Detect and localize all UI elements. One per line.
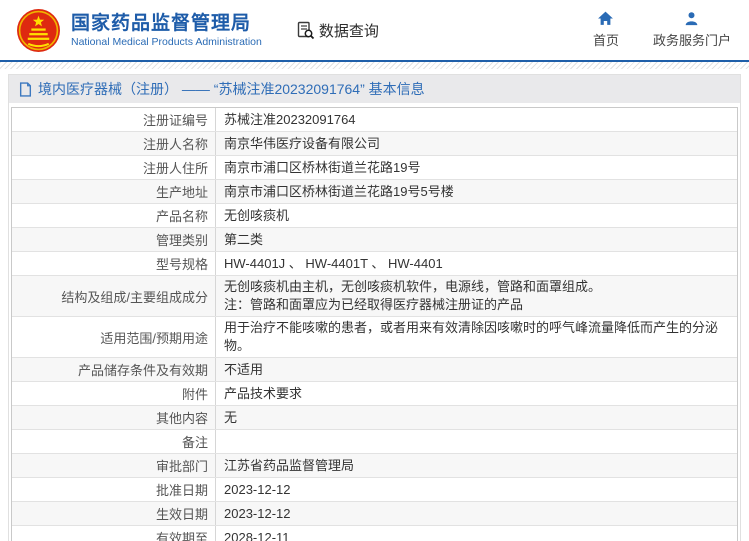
row-label: 适用范围/预期用途 — [12, 317, 216, 357]
row-label: 产品储存条件及有效期 — [12, 358, 216, 381]
row-value: 南京市浦口区桥林街道兰花路19号5号楼 — [224, 183, 454, 199]
row-label: 注册人住所 — [12, 156, 216, 179]
table-row-production-address: 生产地址 南京市浦口区桥林街道兰花路19号5号楼 — [12, 180, 737, 204]
row-value: 无创咳痰机 — [224, 207, 290, 223]
row-label: 型号规格 — [12, 252, 216, 275]
table-row-other-content: 其他内容 无 — [12, 406, 737, 430]
row-label: 注册人名称 — [12, 132, 216, 155]
row-label: 有效期至 — [12, 526, 216, 541]
home-icon — [598, 11, 614, 25]
nav-gov-portal[interactable]: 政务服务门户 — [653, 11, 731, 49]
document-icon — [19, 81, 32, 97]
table-row-model-spec: 型号规格 HW-4401J 、 HW-4401T 、 HW-4401 — [12, 252, 737, 276]
page-title: 境内医疗器械（注册） —— “苏械注准20232091764” 基本信息 — [38, 81, 425, 97]
row-label: 生产地址 — [12, 180, 216, 203]
hatched-band — [0, 62, 749, 69]
org-title-block: 国家药品监督管理局 National Medical Products Admi… — [71, 13, 262, 48]
row-value: 产品技术要求 — [224, 385, 303, 401]
row-value: 不适用 — [224, 361, 264, 377]
table-row-effective-date: 生效日期 2023-12-12 — [12, 502, 737, 526]
row-value: 苏械注准20232091764 — [224, 111, 356, 127]
row-value: 南京市浦口区桥林街道兰花路19号 — [224, 159, 421, 175]
row-label: 附件 — [12, 382, 216, 405]
info-table: 注册证编号 苏械注准20232091764 注册人名称 南京华伟医疗设备有限公司… — [11, 107, 738, 541]
row-value: 2023-12-12 — [224, 505, 291, 521]
row-label: 其他内容 — [12, 406, 216, 429]
row-value: 用于治疗不能咳嗽的患者，或者用来有效清除因咳嗽时的呼气峰流量降低而产生的分泌物。 — [224, 320, 719, 353]
row-value: 2028-12-11 — [224, 529, 290, 541]
data-query-button[interactable]: 数据查询 — [296, 20, 379, 41]
org-name-en: National Medical Products Administration — [71, 35, 262, 48]
row-value: 第二类 — [224, 231, 264, 247]
row-label: 管理类别 — [12, 228, 216, 251]
nav-home-label: 首页 — [592, 33, 619, 48]
data-query-label: 数据查询 — [318, 22, 379, 40]
row-label: 备注 — [12, 430, 216, 453]
table-row-reg-cert-no: 注册证编号 苏械注准20232091764 — [12, 108, 737, 132]
row-value — [216, 430, 737, 453]
row-value: 江苏省药品监督管理局 — [224, 457, 355, 473]
person-icon — [686, 12, 698, 26]
national-emblem-logo — [17, 8, 60, 52]
nav-home[interactable]: 首页 — [593, 11, 619, 49]
table-row-management-class: 管理类别 第二类 — [12, 228, 737, 252]
row-value: 无 — [224, 409, 238, 425]
table-row-approval-date: 批准日期 2023-12-12 — [12, 478, 737, 502]
table-row-structure-composition: 结构及组成/主要组成成分 无创咳痰机由主机，无创咳痰机软件，电源线，管路和面罩组… — [12, 276, 737, 317]
table-row-intended-use: 适用范围/预期用途 用于治疗不能咳嗽的患者，或者用来有效清除因咳嗽时的呼气峰流量… — [12, 317, 737, 358]
content-card: 境内医疗器械（注册） —— “苏械注准20232091764” 基本信息 注册证… — [8, 74, 741, 541]
page-title-bar: 境内医疗器械（注册） —— “苏械注准20232091764” 基本信息 — [9, 75, 740, 103]
row-label: 产品名称 — [12, 204, 216, 227]
table-row-expiry-date: 有效期至 2028-12-11 — [12, 526, 737, 541]
row-label: 审批部门 — [12, 454, 216, 477]
row-label: 生效日期 — [12, 502, 216, 525]
header-nav: 首页 政务服务门户 — [593, 11, 735, 49]
row-value: 2023-12-12 — [224, 481, 291, 497]
table-row-registrant-name: 注册人名称 南京华伟医疗设备有限公司 — [12, 132, 737, 156]
table-row-storage-validity: 产品储存条件及有效期 不适用 — [12, 358, 737, 382]
row-label: 注册证编号 — [12, 108, 216, 131]
row-label: 结构及组成/主要组成成分 — [12, 276, 216, 316]
table-row-attachment: 附件 产品技术要求 — [12, 382, 737, 406]
table-row-approval-department: 审批部门 江苏省药品监督管理局 — [12, 454, 737, 478]
org-name-cn: 国家药品监督管理局 — [71, 12, 252, 34]
row-value: HW-4401J 、 HW-4401T 、 HW-4401 — [224, 255, 443, 271]
row-label: 批准日期 — [12, 478, 216, 501]
site-header: 国家药品监督管理局 National Medical Products Admi… — [0, 0, 749, 60]
row-value: 南京华伟医疗设备有限公司 — [224, 135, 381, 151]
table-row-remarks: 备注 — [12, 430, 737, 454]
row-value: 无创咳痰机由主机，无创咳痰机软件，电源线，管路和面罩组成。 注：管路和面罩应为已… — [224, 279, 602, 312]
table-row-product-name: 产品名称 无创咳痰机 — [12, 204, 737, 228]
document-search-icon — [297, 21, 314, 39]
table-row-registrant-address: 注册人住所 南京市浦口区桥林街道兰花路19号 — [12, 156, 737, 180]
nav-portal-label: 政务服务门户 — [652, 33, 731, 48]
